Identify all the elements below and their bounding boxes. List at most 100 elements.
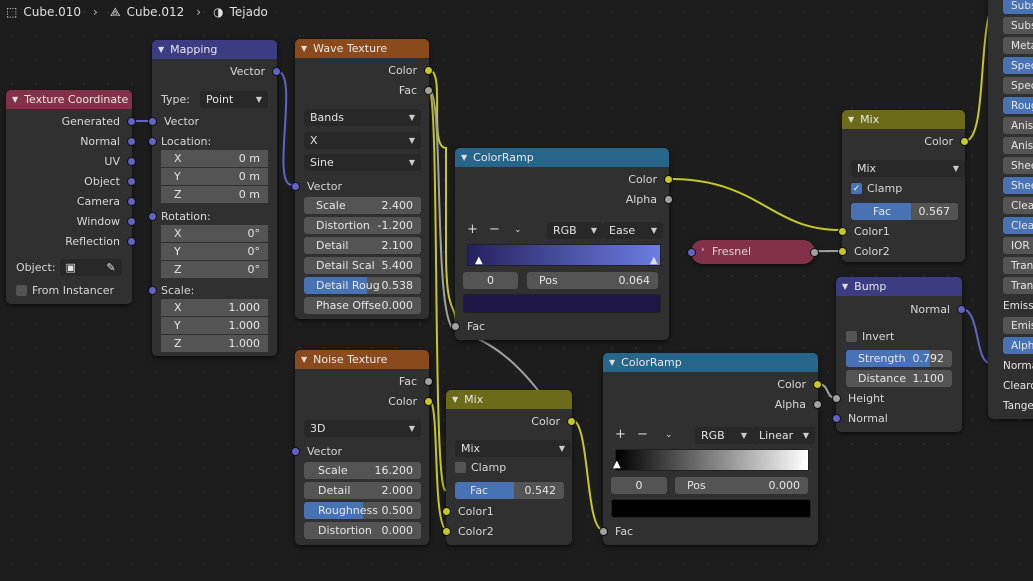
socket-normal[interactable] <box>127 137 136 146</box>
bump-distance-field[interactable]: Distance 1.100 <box>846 370 952 387</box>
socket-color-out[interactable] <box>664 175 673 184</box>
invert-checkbox[interactable]: Invert <box>846 330 894 343</box>
checkbox-check-icon[interactable]: ✓ <box>851 183 862 194</box>
ramp-menu-chevron-icon[interactable]: ⌄ <box>514 225 522 235</box>
mix-rgb-node-2[interactable]: ▼ Mix Color Mix ▼ Clamp Fac 0.542 Color1 Co… <box>442 390 576 545</box>
noise-roughness-field[interactable]: Roughness 0.500 <box>304 502 421 519</box>
bsdf-input-7[interactable]: Anis <box>1003 137 1033 154</box>
bsdf-input-17[interactable]: Alph <box>1003 337 1033 354</box>
bsdf-input-20[interactable]: Tangen <box>1003 397 1033 414</box>
socket-fresnel-out[interactable] <box>810 248 819 257</box>
mix-rgb-node-1[interactable]: ▼ Mix Color Mix ▼ ✓ Clamp Fac 0.567 Color1 C… <box>838 110 969 262</box>
breadcrumb-object[interactable]: Cube.010 <box>23 5 81 19</box>
socket-color-out[interactable] <box>813 380 822 389</box>
socket-scale[interactable] <box>148 286 157 295</box>
socket-vector-in[interactable] <box>148 117 157 126</box>
socket-color-out[interactable] <box>424 66 433 75</box>
bsdf-input-10[interactable]: Clea <box>1003 197 1033 214</box>
bsdf-input-19[interactable]: Clearco <box>1003 377 1033 394</box>
bsdf-input-2[interactable]: Meta <box>1003 37 1033 54</box>
noise-scale-field[interactable]: Scale 16.200 <box>304 462 421 479</box>
bsdf-input-0[interactable]: Subs <box>1003 0 1033 14</box>
stop-color-swatch[interactable] <box>463 294 661 313</box>
remove-stop-button[interactable]: − <box>637 427 648 442</box>
socket-normal-in[interactable] <box>832 414 841 423</box>
type-dropdown[interactable]: Point ▼ <box>200 91 268 108</box>
scale-x[interactable]: X 1.000 <box>161 299 268 316</box>
socket-rotation[interactable] <box>148 212 157 221</box>
stop-color-swatch[interactable] <box>611 499 811 518</box>
socket-reflection[interactable] <box>127 237 136 246</box>
color-ramp-node-2[interactable]: ▼ ColorRamp Color Alpha + − ⌄ RGB ▼ Linear… <box>599 353 822 545</box>
wave-detail-roughness-field[interactable]: Detail Roug 0.538 <box>304 277 421 294</box>
bsdf-input-11[interactable]: Clea <box>1003 217 1033 234</box>
rotation-x[interactable]: X 0° <box>161 225 268 242</box>
collapse-chevron-icon[interactable]: ▼ <box>848 115 854 124</box>
remove-stop-button[interactable]: − <box>489 222 500 237</box>
socket-color-out[interactable] <box>960 137 969 146</box>
add-stop-button[interactable]: + <box>467 222 478 237</box>
bsdf-input-9[interactable]: Shee <box>1003 177 1033 194</box>
ramp-menu-chevron-icon[interactable]: ⌄ <box>665 430 673 440</box>
bsdf-input-13[interactable]: Tran <box>1003 257 1033 274</box>
wave-texture-node[interactable]: ▼ Wave Texture Color Fac Bands ▼ X ▼ Sine ▼ … <box>291 39 433 319</box>
bsdf-input-4[interactable]: Spec <box>1003 77 1033 94</box>
node-header[interactable]: ▼ Mix <box>446 390 572 409</box>
node-header[interactable]: ▼ Mapping <box>152 40 277 59</box>
socket-object[interactable] <box>127 177 136 186</box>
wave-phase-offset-field[interactable]: Phase Offse 0.000 <box>304 297 421 314</box>
socket-alpha-out[interactable] <box>813 400 822 409</box>
noise-detail-field[interactable]: Detail 2.000 <box>304 482 421 499</box>
location-x[interactable]: X0 m <box>161 150 268 167</box>
color-ramp-gradient[interactable] <box>615 449 809 471</box>
wave-detail-field[interactable]: Detail 2.100 <box>304 237 421 254</box>
socket-alpha-out[interactable] <box>664 195 673 204</box>
bsdf-input-14[interactable]: Tran <box>1003 277 1033 294</box>
socket-vector-out[interactable] <box>272 67 281 76</box>
collapse-chevron-icon[interactable]: ▼ <box>452 395 458 404</box>
bump-node[interactable]: ▼ Bump Normal Invert Strength 0.792 Distan… <box>832 277 966 432</box>
socket-window[interactable] <box>127 217 136 226</box>
scale-y[interactable]: Y 1.000 <box>161 317 268 334</box>
from-instancer-checkbox[interactable]: From Instancer <box>16 284 114 297</box>
expand-chevron-icon[interactable]: › <box>701 245 705 255</box>
socket-fac-out[interactable] <box>424 86 433 95</box>
socket-fac-in[interactable] <box>451 322 460 331</box>
node-header[interactable]: ▼ Mix <box>842 110 965 129</box>
socket-color-out[interactable] <box>424 397 433 406</box>
node-header[interactable]: ▼ ColorRamp <box>603 353 818 372</box>
stop-index-field[interactable]: 0 <box>611 477 667 494</box>
texture-coordinate-node[interactable]: ▼ Texture Coordinate Generated Normal UV … <box>6 90 136 304</box>
collapse-chevron-icon[interactable]: ▼ <box>609 358 615 367</box>
socket-vector-in[interactable] <box>291 447 300 456</box>
mix-fac-field[interactable]: Fac 0.542 <box>455 482 564 499</box>
collapse-chevron-icon[interactable]: ▼ <box>12 95 18 104</box>
bsdf-input-1[interactable]: Subs <box>1003 17 1033 34</box>
mix-fac-field[interactable]: Fac 0.567 <box>851 203 958 220</box>
breadcrumb-mesh[interactable]: Cube.012 <box>127 5 185 19</box>
node-header[interactable]: ▼ Noise Texture <box>295 350 429 369</box>
ramp-color-mode-dropdown[interactable]: RGB ▼ <box>695 427 753 444</box>
node-header[interactable]: ▼ ColorRamp <box>455 148 669 167</box>
blend-mode-dropdown[interactable]: Mix ▼ <box>851 160 965 177</box>
wave-type-dropdown[interactable]: Bands ▼ <box>304 109 421 126</box>
socket-fac-out[interactable] <box>424 377 433 386</box>
location-z[interactable]: Z0 m <box>161 186 268 203</box>
bsdf-input-3[interactable]: Spec <box>1003 57 1033 74</box>
socket-vector-in[interactable] <box>291 182 300 191</box>
checkbox-box[interactable] <box>16 285 27 296</box>
bsdf-input-16[interactable]: Emis <box>1003 317 1033 334</box>
node-header[interactable]: ▼ Wave Texture <box>295 39 429 58</box>
socket-color2-in[interactable] <box>442 527 451 536</box>
rotation-z[interactable]: Z 0° <box>161 261 268 278</box>
socket-normal-out[interactable] <box>957 305 966 314</box>
node-header[interactable]: ▼ Texture Coordinate <box>6 90 132 109</box>
location-y[interactable]: Y0 m <box>161 168 268 185</box>
mapping-node[interactable]: ▼ Mapping Vector Type: Point ▼ Vector Loca… <box>148 40 281 356</box>
collapse-chevron-icon[interactable]: ▼ <box>301 355 307 364</box>
socket-color2-in[interactable] <box>838 247 847 256</box>
socket-uv[interactable] <box>127 157 136 166</box>
ramp-interpolation-dropdown[interactable]: Ease ▼ <box>603 222 663 239</box>
wave-scale-field[interactable]: Scale 2.400 <box>304 197 421 214</box>
fresnel-node-collapsed[interactable]: › Fresnel <box>687 240 819 264</box>
